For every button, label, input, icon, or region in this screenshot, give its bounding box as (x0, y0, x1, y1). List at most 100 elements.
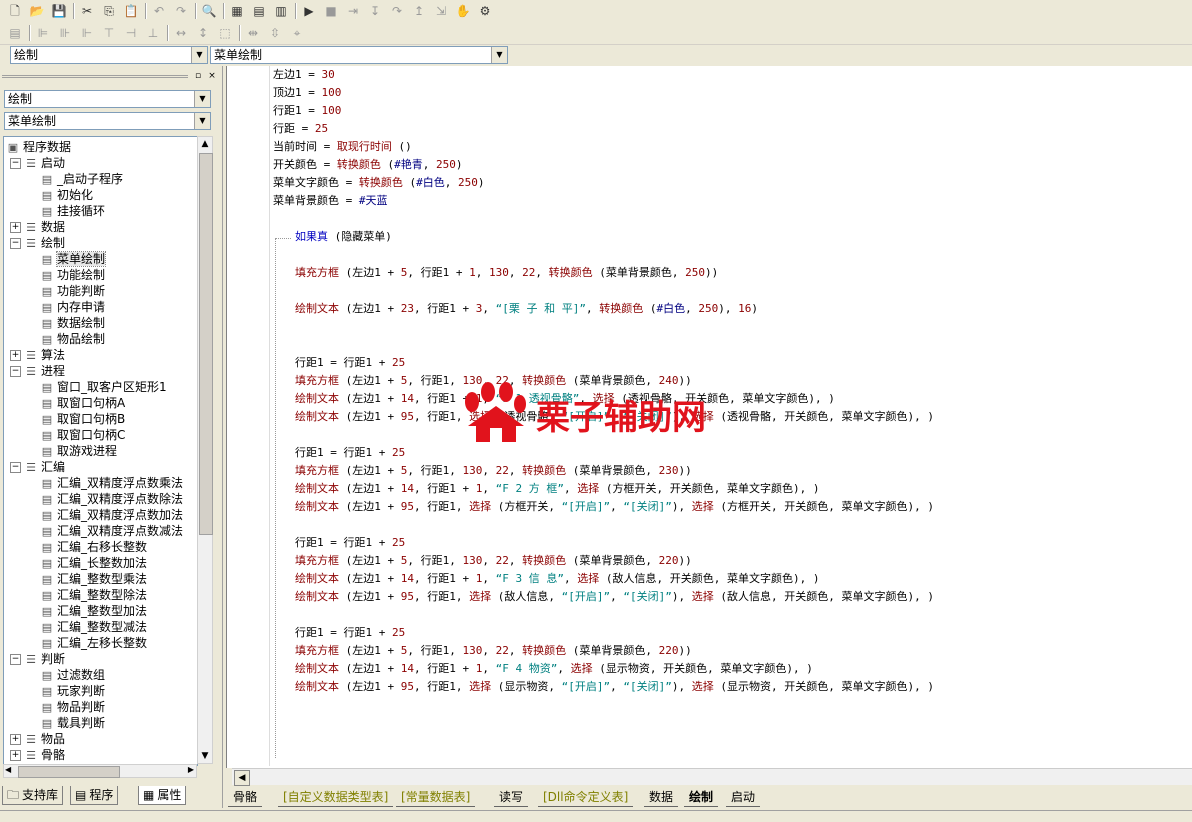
debug-icon[interactable]: ⚙ (476, 2, 494, 20)
vspace-icon[interactable]: ⇳ (266, 24, 284, 42)
close-icon[interactable]: × (206, 70, 218, 82)
tree-node[interactable]: ▤ 汇编_整数型加法 (40, 603, 147, 619)
tree-node[interactable]: ▤ 物品判断 (40, 699, 105, 715)
grid-icon[interactable]: ▤ (6, 24, 24, 42)
step-icon[interactable]: ⇥ (344, 2, 362, 20)
scroll-down-icon[interactable]: ▼ (198, 749, 212, 763)
tree-horizontal-scrollbar[interactable]: ◀ ▶ (3, 764, 197, 778)
code-line[interactable]: 左边1 = 30 (273, 67, 335, 83)
chevron-down-icon[interactable]: ▼ (194, 113, 210, 129)
tree-node[interactable]: ▤ 取窗口句柄A (40, 395, 125, 411)
panel-sub-combo[interactable]: 菜单绘制 ▼ (4, 112, 211, 130)
same-height-icon[interactable]: ↕ (194, 24, 212, 42)
tree-vertical-scrollbar[interactable]: ▲ ▼ (197, 136, 213, 764)
restore-icon[interactable]: ▫ (192, 70, 204, 82)
tree-node[interactable]: ▤ 挂接循环 (40, 203, 105, 219)
redo-icon[interactable]: ↷ (172, 2, 190, 20)
chevron-down-icon[interactable]: ▼ (194, 91, 210, 107)
step-out-icon[interactable]: ↥ (410, 2, 428, 20)
collapse-icon[interactable]: − (10, 654, 21, 665)
chevron-down-icon[interactable]: ▼ (491, 47, 507, 63)
align-right-icon[interactable]: ⊩ (78, 24, 96, 42)
align-top-icon[interactable]: ⊤ (100, 24, 118, 42)
code-line[interactable]: 绘制文本 (左边1 + 14, 行距1 + 1, “F 4 物资”, 选择 (显… (295, 661, 813, 677)
tree-node[interactable]: ▤ 汇编_长整数加法 (40, 555, 147, 571)
expand-icon[interactable]: + (10, 734, 21, 745)
tree-node[interactable]: ▤ 汇编_整数型乘法 (40, 571, 147, 587)
scroll-thumb[interactable] (199, 153, 213, 535)
tree-node[interactable]: ▤ 玩家判断 (40, 683, 105, 699)
code-line[interactable]: 绘制文本 (左边1 + 23, 行距1 + 3, “[栗 子 和 平]”, 转换… (295, 301, 758, 317)
scroll-left-icon[interactable]: ◀ (234, 770, 250, 786)
sub-combo[interactable]: 菜单绘制 ▼ (210, 46, 508, 64)
editor-tab[interactable]: [Dll命令定义表] (538, 788, 634, 807)
chevron-down-icon[interactable]: ▼ (191, 47, 207, 63)
code-line[interactable]: 填充方框 (左边1 + 5, 行距1, 130, 22, 转换颜色 (菜单背景颜… (295, 553, 692, 569)
editor-tab[interactable]: 绘制 (684, 788, 719, 807)
tree-node[interactable]: − ☰ 进程 (10, 363, 65, 379)
collapse-icon[interactable]: − (10, 158, 21, 169)
collapse-icon[interactable]: − (10, 238, 21, 249)
code-line[interactable]: 行距1 = 行距1 + 25 (295, 535, 405, 551)
editor-tab[interactable]: 骨骼 (228, 788, 263, 807)
collapse-icon[interactable]: − (10, 366, 21, 377)
step-into-icon[interactable]: ↧ (366, 2, 384, 20)
hand-icon[interactable]: ✋ (454, 2, 472, 20)
tree-node[interactable]: ▤ 汇编_双精度浮点数除法 (40, 491, 183, 507)
expand-icon[interactable]: + (10, 350, 21, 361)
open-file-icon[interactable]: 📂 (28, 2, 46, 20)
new-file-icon[interactable]: 🗋 (6, 2, 24, 20)
tree-node[interactable]: ▤ 汇编_整数型减法 (40, 619, 147, 635)
code-line[interactable]: 菜单文字颜色 = 转换颜色 (#白色, 250) (273, 175, 485, 191)
layout3-icon[interactable]: ▥ (272, 2, 290, 20)
code-line[interactable]: 绘制文本 (左边1 + 14, 行距1 + 1, “F 3 信 息”, 选择 (… (295, 571, 819, 587)
tree-node[interactable]: ▤ 窗口_取客户区矩形1 (40, 379, 167, 395)
panel-tab[interactable]: 🗀 支持库 (2, 786, 64, 805)
align-bottom-icon[interactable]: ⊥ (144, 24, 162, 42)
layout1-icon[interactable]: ▦ (228, 2, 246, 20)
tree-node[interactable]: ▤ 菜单绘制 (40, 251, 107, 267)
editor-tab[interactable]: 读写 (494, 788, 529, 807)
tree-node[interactable]: + ☰ 数据 (10, 219, 65, 235)
tree-node[interactable]: ▤ 内存申请 (40, 299, 105, 315)
tree-node[interactable]: + ☰ 物品 (10, 731, 65, 747)
panel-tab[interactable]: ▦ 属性 (138, 786, 187, 805)
tree-node[interactable]: ▤ 汇编_双精度浮点数加法 (40, 507, 183, 523)
module-combo[interactable]: 绘制 ▼ (10, 46, 208, 64)
hspace-icon[interactable]: ⇹ (244, 24, 262, 42)
tree-node[interactable]: + ☰ 算法 (10, 347, 65, 363)
undo-icon[interactable]: ↶ (150, 2, 168, 20)
editor-tab[interactable]: [自定义数据类型表] (278, 788, 394, 807)
code-line[interactable]: 菜单背景颜色 = #天蓝 (273, 193, 388, 209)
scroll-left-icon[interactable]: ◀ (5, 765, 11, 774)
tree-node[interactable]: ▤ 物品绘制 (40, 331, 105, 347)
code-line[interactable]: 绘制文本 (左边1 + 95, 行距1, 选择 (显示物资, “[开启]”, “… (295, 679, 934, 695)
run-to-cursor-icon[interactable]: ⇲ (432, 2, 450, 20)
code-line[interactable]: 填充方框 (左边1 + 5, 行距1 + 1, 130, 22, 转换颜色 (菜… (295, 265, 718, 281)
tree-node[interactable]: ▤ 过滤数组 (40, 667, 105, 683)
collapse-icon[interactable]: − (10, 462, 21, 473)
layout2-icon[interactable]: ▤ (250, 2, 268, 20)
scroll-up-icon[interactable]: ▲ (198, 137, 212, 151)
code-line[interactable]: 填充方框 (左边1 + 5, 行距1, 130, 22, 转换颜色 (菜单背景颜… (295, 463, 692, 479)
run-icon[interactable]: ▶ (300, 2, 318, 20)
tree-node[interactable]: + ☰ 骨骼 (10, 747, 65, 763)
code-line[interactable]: 行距1 = 100 (273, 103, 341, 119)
align-center-icon[interactable]: ⊪ (56, 24, 74, 42)
code-line[interactable]: 填充方框 (左边1 + 5, 行距1, 130, 22, 转换颜色 (菜单背景颜… (295, 643, 692, 659)
editor-tab[interactable]: [常量数据表] (396, 788, 476, 807)
code-line[interactable]: 绘制文本 (左边1 + 95, 行距1, 选择 (方框开关, “[开启]”, “… (295, 499, 934, 515)
align-left-icon[interactable]: ⊫ (34, 24, 52, 42)
scroll-right-icon[interactable]: ▶ (188, 765, 194, 774)
tree-node[interactable]: ▤ 取窗口句柄B (40, 411, 125, 427)
tree-node[interactable]: − ☰ 判断 (10, 651, 65, 667)
same-width-icon[interactable]: ↔ (172, 24, 190, 42)
step-over-icon[interactable]: ↷ (388, 2, 406, 20)
code-line[interactable]: 如果真 (隐藏菜单) (295, 229, 392, 245)
tree-node[interactable]: ▤ 汇编_双精度浮点数乘法 (40, 475, 183, 491)
tree-node[interactable]: ▤ 数据绘制 (40, 315, 105, 331)
tree-node[interactable]: ▤ 功能判断 (40, 283, 105, 299)
align-middle-icon[interactable]: ⊣ (122, 24, 140, 42)
editor-tab[interactable]: 数据 (644, 788, 679, 807)
tree-node[interactable]: ▤ 汇编_双精度浮点数减法 (40, 523, 183, 539)
